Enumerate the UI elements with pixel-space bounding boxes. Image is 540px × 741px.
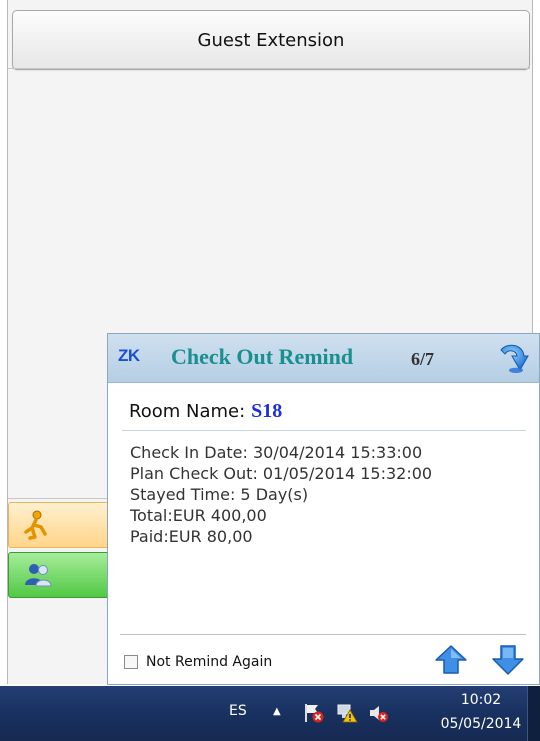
divider	[8, 68, 530, 69]
divider	[120, 634, 526, 635]
running-person-icon	[24, 510, 47, 540]
network-warning-icon[interactable]	[336, 702, 358, 724]
side-tab-guest[interactable]	[8, 502, 110, 548]
users-icon	[25, 564, 52, 587]
booking-details: Check In Date: 30/04/2014 15:33:00 Plan …	[130, 442, 432, 547]
arrow-up-icon[interactable]	[434, 643, 468, 677]
action-center-flag-icon[interactable]	[303, 702, 325, 724]
show-hidden-icons-arrow[interactable]: ▲	[273, 706, 281, 717]
room-name-row: Room Name: S18	[129, 400, 282, 423]
check-in-date: Check In Date: 30/04/2014 15:33:00	[130, 443, 423, 462]
clock-time[interactable]: 10:02	[446, 692, 516, 708]
popup-header: ZK Check Out Remind 6/7	[108, 334, 539, 383]
check-out-remind-popup: ZK Check Out Remind 6/7 Room Name: S18 Ch…	[107, 333, 540, 685]
side-tab-users[interactable]	[8, 552, 110, 598]
guest-extension-button[interactable]: Guest Extension	[12, 10, 530, 70]
popup-counter: 6/7	[411, 349, 435, 369]
room-name-label: Room Name:	[129, 401, 246, 422]
stayed-time: Stayed Time: 5 Day(s)	[130, 485, 309, 504]
popup-title: Check Out Remind	[171, 344, 354, 369]
divider	[122, 430, 526, 431]
volume-muted-icon[interactable]	[367, 702, 389, 724]
divider	[8, 498, 118, 499]
not-remind-again-checkbox[interactable]	[124, 655, 138, 669]
zk-logo: ZK	[118, 346, 140, 365]
clock-date[interactable]: 05/05/2014	[440, 716, 522, 732]
plan-check-out: Plan Check Out: 01/05/2014 15:32:00	[130, 464, 433, 483]
arrow-down-icon[interactable]	[491, 643, 525, 677]
total-amount: Total:EUR 400,00	[130, 506, 267, 525]
close-icon[interactable]	[493, 340, 531, 378]
room-name-value: S18	[251, 400, 283, 422]
paid-amount: Paid:EUR 80,00	[130, 527, 253, 546]
show-desktop-button[interactable]	[527, 686, 540, 741]
not-remind-again-label: Not Remind Again	[146, 654, 273, 670]
taskbar: ES ▲ 10:02 05/05/2014	[0, 686, 540, 741]
not-remind-again-option[interactable]: Not Remind Again	[124, 654, 272, 670]
language-indicator[interactable]: ES	[229, 703, 247, 719]
